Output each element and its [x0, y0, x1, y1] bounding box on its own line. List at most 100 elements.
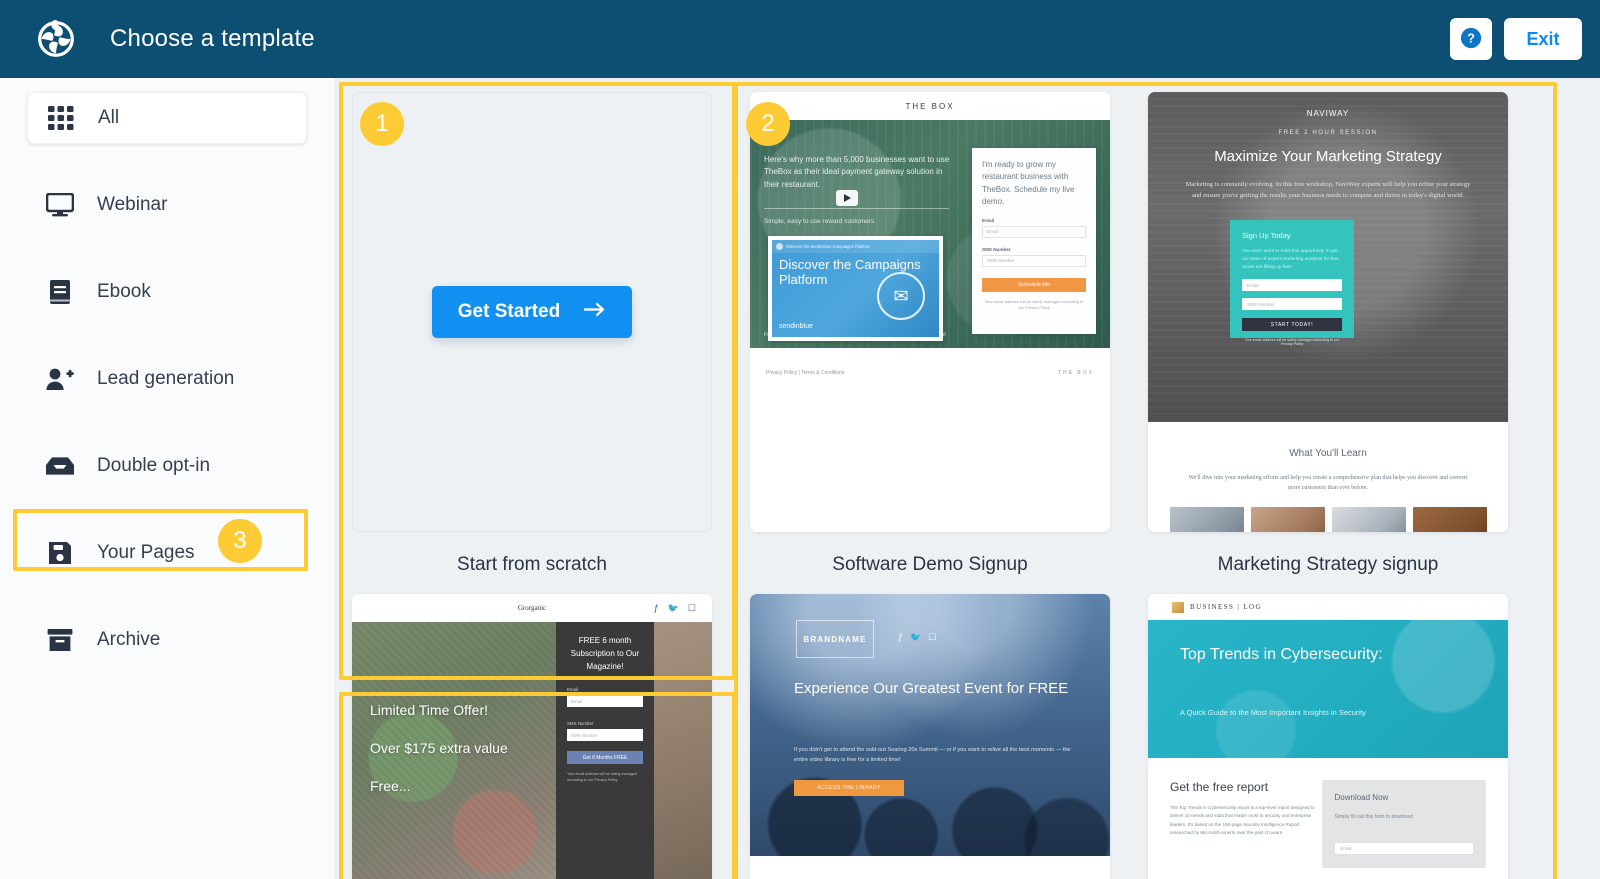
floppy-disk-save-icon — [45, 539, 75, 567]
preview-form-heading: Sign Up Today — [1242, 231, 1291, 240]
template-card-brandname-event[interactable]: BRANDNAME ƒ 🐦 ☐ Experience Our Greatest … — [750, 594, 1110, 879]
preview-social-icons: ƒ 🐦 ☐ — [898, 632, 936, 643]
preview-paragraph: If you didn't get to attend the sold-out… — [794, 747, 1071, 763]
template-gallery: Get Started Start from scratch THE BOX H… — [334, 78, 1600, 879]
preview-footer-brand: THE BOX — [1058, 370, 1094, 376]
preview-email-input: Email — [1242, 279, 1342, 292]
sidebar-item-lead-generation[interactable]: Lead generation — [27, 353, 307, 405]
preview-cta-button: ACCESS THE LIBRARY — [794, 780, 904, 796]
sidebar-item-label: Lead generation — [97, 368, 235, 389]
archive-box-icon — [45, 626, 75, 654]
template-thumb[interactable]: NAVIWAY FREE 2 HOUR SESSION Maximize You… — [1148, 92, 1508, 532]
template-thumb[interactable]: Grorganic ƒ 🐦 ☐ Limited Time Offer! Over… — [352, 594, 712, 879]
template-card-start-from-scratch[interactable]: Get Started Start from scratch — [352, 92, 712, 576]
preview-email-input: Email — [567, 695, 643, 708]
envelope-icon: ✉ — [877, 272, 925, 320]
template-preview-cybersecurity: BUSINESS | LOG Top Trends in Cybersecuri… — [1148, 594, 1508, 879]
preview-submit-button: START TODAY! — [1242, 318, 1342, 332]
person-add-icon — [45, 365, 75, 393]
instagram-icon: ☐ — [687, 602, 696, 613]
template-card-marketing-strategy-signup[interactable]: NAVIWAY FREE 2 HOUR SESSION Maximize You… — [1148, 92, 1508, 576]
preview-headline: Top Trends in Cybersecurity: — [1180, 646, 1383, 663]
preview-video-topbar-text: Discover the Sendinblue Campaigns Platfo… — [786, 244, 871, 249]
facebook-icon: ƒ — [653, 602, 659, 613]
preview-paragraph: Marketing is constantly evolving. In thi… — [1185, 181, 1471, 199]
preview-form-heading: FREE 6 month Subscription to Our Magazin… — [570, 636, 640, 671]
get-started-button[interactable]: Get Started — [431, 286, 633, 338]
sidebar-item-your-pages[interactable]: Your Pages — [27, 527, 307, 579]
preview-subhead: Simple, easy to use reward customers — [764, 218, 875, 225]
preview-sms-input: SMS Number — [982, 254, 1086, 267]
question-mark-circle-icon: ? — [1460, 27, 1482, 52]
twitter-icon: 🐦 — [667, 602, 679, 613]
page-title: Choose a template — [110, 25, 315, 52]
preview-thumbnail — [1412, 507, 1487, 532]
preview-section-title: Get the free report — [1170, 780, 1269, 794]
preview-download-form: Download Now Simply fill out this form t… — [1322, 780, 1486, 868]
preview-video-logo: sendinblue — [779, 323, 813, 330]
preview-sms-label: SMS Number — [567, 721, 594, 727]
preview-headline-line: Free... — [370, 778, 411, 794]
sidebar-item-ebook[interactable]: Ebook — [27, 266, 307, 318]
preview-headline-line: Limited Time Offer! — [370, 702, 489, 718]
template-card-software-demo-signup[interactable]: THE BOX Here's why more than 5,000 busin… — [750, 92, 1110, 576]
preview-form-heading: Download Now — [1334, 793, 1389, 802]
preview-headline: Maximize Your Marketing Strategy — [1214, 148, 1442, 165]
preview-privacy-note: Your email address will be safely manage… — [1244, 338, 1340, 347]
inbox-icon — [45, 452, 75, 480]
preview-hero: Top Trends in Cybersecurity: A Quick Gui… — [1148, 620, 1508, 758]
sidebar-item-archive[interactable]: Archive — [27, 614, 307, 666]
template-preview-thebox: THE BOX Here's why more than 5,000 busin… — [750, 92, 1110, 532]
template-card-cybersecurity-report[interactable]: BUSINESS | LOG Top Trends in Cybersecuri… — [1148, 594, 1508, 879]
sidebar-item-double-opt-in[interactable]: Double opt-in — [27, 440, 307, 492]
crest-icon — [1172, 601, 1184, 613]
preview-signup-form: I'm ready to grow my restaurant business… — [972, 148, 1096, 334]
preview-social-icons: ƒ 🐦 ☐ — [654, 603, 696, 614]
app-header: Choose a template ? Exit — [0, 0, 1600, 78]
template-caption: Marketing Strategy signup — [1217, 554, 1439, 575]
preview-form-heading: I'm ready to grow my restaurant business… — [982, 160, 1075, 207]
preview-section-title: Get In On The Action — [750, 856, 1110, 879]
preview-footer: Privacy Policy | Terms & Conditions THE … — [750, 348, 1110, 398]
annotation-badge-2: 2 — [746, 102, 790, 146]
preview-signup-form: FREE 6 month Subscription to Our Magazin… — [556, 622, 654, 879]
exit-button[interactable]: Exit — [1504, 18, 1582, 60]
template-thumb[interactable]: THE BOX Here's why more than 5,000 busin… — [750, 92, 1110, 532]
sendinblue-pinwheel-logo-icon — [30, 13, 82, 65]
template-thumb[interactable]: Get Started — [352, 92, 712, 532]
preview-footer-links: Privacy Policy | Terms & Conditions — [766, 370, 845, 376]
help-button[interactable]: ? — [1450, 18, 1492, 60]
preview-privacy-note: Your email address will be safely manage… — [567, 772, 637, 783]
category-sidebar: All Webinar Ebook Lead generation Double… — [0, 78, 334, 879]
preview-sms-input: SMS Number — [567, 729, 643, 742]
template-grid: Get Started Start from scratch THE BOX H… — [334, 78, 1560, 879]
book-icon — [45, 278, 75, 306]
play-icon — [836, 190, 858, 206]
template-thumb[interactable]: BUSINESS | LOG Top Trends in Cybersecuri… — [1148, 594, 1508, 879]
preview-email-label: Email — [567, 687, 578, 693]
preview-video-frame: Discover the Sendinblue Campaigns Platfo… — [772, 240, 939, 337]
preview-thumbnail-row — [1148, 493, 1508, 532]
preview-brand-bar: THE BOX — [750, 92, 1110, 120]
preview-hero: Limited Time Offer! Over $175 extra valu… — [352, 622, 712, 879]
preview-section-title: What You'll Learn — [1289, 448, 1367, 459]
preview-sms-input: SMS Number — [1242, 298, 1342, 311]
sidebar-item-label: Archive — [97, 629, 161, 650]
template-thumb[interactable]: BRANDNAME ƒ 🐦 ☐ Experience Our Greatest … — [750, 594, 1110, 879]
preview-thumbnail — [1331, 507, 1406, 532]
preview-section-paragraph: The Top Trends in Cybersecurity report i… — [1170, 805, 1315, 835]
template-card-grorganic-offer[interactable]: Grorganic ƒ 🐦 ☐ Limited Time Offer! Over… — [352, 594, 712, 879]
sidebar-item-label: Ebook — [97, 281, 151, 302]
preview-brand: Grorganic — [517, 604, 547, 612]
sidebar-item-label: Your Pages — [97, 542, 195, 563]
sidebar-item-all[interactable]: All — [27, 92, 307, 144]
preview-divider — [764, 208, 949, 209]
preview-body-left: Get the free report The Top Trends in Cy… — [1170, 780, 1316, 868]
sidebar-item-webinar[interactable]: Webinar — [27, 179, 307, 231]
template-preview-brandname: BRANDNAME ƒ 🐦 ☐ Experience Our Greatest … — [750, 594, 1110, 879]
preview-hero-image: Limited Time Offer! Over $175 extra valu… — [352, 622, 556, 879]
preview-sms-label: SMS Number — [982, 246, 1011, 252]
preview-submit-button: Get 6 Months FREE — [567, 751, 643, 765]
preview-brand: BUSINESS | LOG — [1190, 603, 1262, 611]
template-preview-grorganic: Grorganic ƒ 🐦 ☐ Limited Time Offer! Over… — [352, 594, 712, 879]
